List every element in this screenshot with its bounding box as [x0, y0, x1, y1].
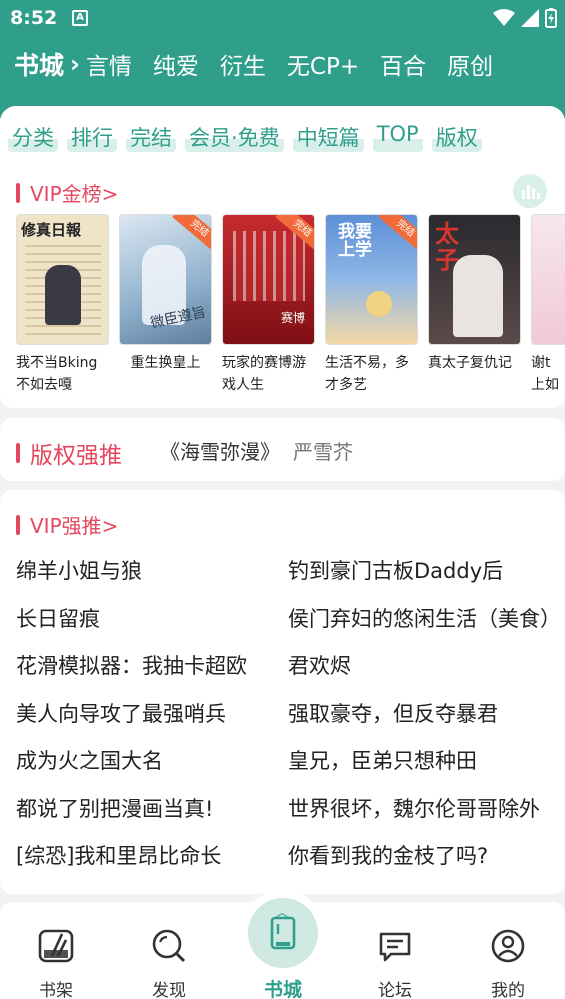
vip-gold-label: VIP金榜> [30, 182, 119, 206]
ranking-chart-button[interactable] [513, 174, 547, 208]
copyright-title: 版权强推 [16, 436, 122, 470]
system-icons [493, 8, 557, 28]
list-item[interactable]: 花滑模拟器：我抽卡超欧 [16, 649, 288, 697]
cover-figure [45, 265, 81, 325]
tab-shelf-label: 书架 [39, 981, 73, 999]
book-title: 真太子复仇记 [428, 355, 512, 371]
nav-category-pure-love[interactable]: 纯爱 [153, 47, 199, 81]
book-item[interactable]: 我要上学 完结 生活不易，多才多艺 [325, 214, 418, 396]
list-item[interactable]: 美人向导攻了最强哨兵 [16, 697, 288, 745]
book-item[interactable]: 谢t上如 [531, 214, 565, 396]
vip-push-list: 绵羊小姐与狼 钓到豪门古板Daddy后 长日留痕 侯门弃妇的悠闲生活（美食） 花… [16, 554, 565, 887]
search-icon [152, 929, 186, 963]
book-item[interactable]: 修真日報 我不当Bking不如去嘎 [16, 214, 109, 396]
chevron-right-icon: › [70, 50, 80, 78]
chip-member-free[interactable]: 会员·免费 [185, 120, 284, 152]
book-item[interactable]: 微臣遵旨 完结 重生换皇上 [119, 214, 212, 396]
profile-icon [491, 929, 525, 963]
brand-title[interactable]: 书城 [14, 46, 64, 82]
section-marker [16, 514, 20, 535]
chip-copyright[interactable]: 版权 [431, 120, 482, 152]
list-item[interactable]: 绵羊小姐与狼 [16, 554, 288, 602]
chip-category[interactable]: 分类 [8, 120, 58, 152]
chat-icon [379, 932, 411, 962]
cover-figure [453, 255, 503, 337]
bookshelf-icon [38, 929, 74, 963]
book-cover: 微臣遵旨 完结 [119, 214, 212, 345]
book-cover: 太子 [428, 214, 521, 345]
cover-text: 我要上学 [338, 222, 372, 260]
tab-forum[interactable]: 论坛 [355, 912, 435, 999]
top-nav: 书城 › 言情 纯爱 衍生 无CP+ 百合 原创 [14, 44, 514, 84]
signal-icon [521, 9, 539, 27]
tab-discover[interactable]: 发现 [129, 912, 209, 999]
book-title: 谢t上如 [531, 355, 559, 393]
nav-category-derivative[interactable]: 衍生 [220, 47, 266, 81]
list-item[interactable]: 皇兄，臣弟只想种田 [288, 744, 565, 792]
tab-mine[interactable]: 我的 [468, 912, 548, 999]
vip-push-card: VIP强推> 绵羊小姐与狼 钓到豪门古板Daddy后 长日留痕 侯门弃妇的悠闲生… [0, 490, 565, 894]
book-title: 重生换皇上 [130, 355, 201, 371]
chip-top[interactable]: TOP [372, 120, 423, 152]
cover-text: 赛博 [281, 311, 306, 325]
tab-shelf[interactable]: 书架 [16, 912, 96, 999]
list-item[interactable]: 长日留痕 [16, 602, 288, 650]
tab-discover-label: 发现 [152, 981, 186, 999]
book-item[interactable]: 赛博 完结 玩家的赛博游戏人生 [222, 214, 315, 396]
book-cover: 我要上学 完结 [325, 214, 418, 345]
notification-icon: A [72, 10, 88, 26]
chip-short[interactable]: 中短篇 [292, 120, 364, 152]
finished-ribbon: 完结 [378, 215, 417, 254]
featured-card: 分类 排行 完结 会员·免费 中短篇 TOP 版权 VIP金榜> 修真日報 我不… [0, 106, 565, 408]
vip-gold-books: 修真日報 我不当Bking不如去嘎 微臣遵旨 完结 重生换皇上 赛博 完结 玩家… [16, 214, 565, 396]
battery-icon [545, 8, 557, 28]
list-item[interactable]: 强取豪夺，但反夺暴君 [288, 697, 565, 745]
tab-forum-label: 论坛 [378, 981, 412, 999]
book-title: 我不当Bking不如去嘎 [16, 355, 98, 393]
list-item[interactable]: 都说了别把漫画当真! [16, 792, 288, 840]
chip-finished[interactable]: 完结 [126, 120, 176, 152]
book-title: 玩家的赛博游戏人生 [222, 355, 306, 393]
vip-push-label: VIP强推> [30, 514, 119, 538]
nav-category-yuri[interactable]: 百合 [380, 47, 426, 81]
cover-text: 修真日報 [21, 221, 82, 239]
wifi-icon [493, 9, 515, 26]
list-item[interactable]: 成为火之国大名 [16, 744, 288, 792]
list-item[interactable]: 君欢烬 [288, 649, 565, 697]
nav-category-romance[interactable]: 言情 [86, 47, 132, 81]
nav-category-original[interactable]: 原创 [447, 47, 493, 81]
copyright-author: 严雪芥 [293, 440, 353, 464]
section-marker [16, 182, 20, 203]
finished-ribbon: 完结 [172, 215, 211, 254]
cover-art [233, 231, 305, 301]
header: 8:52 A 书城 › 言情 纯爱 衍生 无CP+ 百合 原创 [0, 0, 565, 118]
book-cover: 赛博 完结 [222, 214, 315, 345]
list-item[interactable]: 你看到我的金枝了吗? [288, 839, 565, 887]
list-item[interactable]: 侯门弃妇的悠闲生活（美食） [288, 602, 565, 650]
list-item[interactable]: [综恐]我和里昂比命长 [16, 839, 288, 887]
copyright-label: 版权强推 [30, 443, 122, 469]
list-item[interactable]: 世界很坏，魏尔伦哥哥除外 [288, 792, 565, 840]
list-item[interactable]: 钓到豪门古板Daddy后 [288, 554, 565, 602]
chevron-up-icon: ︿ [275, 905, 289, 921]
chip-row: 分类 排行 完结 会员·免费 中短篇 TOP 版权 [8, 120, 482, 152]
cover-art [366, 291, 392, 317]
copyright-card[interactable]: 版权强推 《海雪弥漫》 严雪芥 [0, 418, 565, 481]
bar-chart-icon [522, 185, 540, 199]
book-cover: 修真日報 [16, 214, 109, 345]
status-time: 8:52 [10, 7, 58, 29]
book-cover [531, 214, 565, 345]
status-bar: 8:52 A [0, 0, 565, 36]
tab-store-label: 书城 [263, 979, 302, 999]
book-item[interactable]: 太子 真太子复仇记 [428, 214, 521, 396]
tab-mine-label: 我的 [491, 981, 525, 999]
chip-ranking[interactable]: 排行 [67, 120, 117, 152]
vip-gold-title[interactable]: VIP金榜> [16, 178, 118, 207]
nav-category-no-cp[interactable]: 无CP+ [287, 47, 359, 81]
copyright-book[interactable]: 《海雪弥漫》 [160, 436, 280, 465]
section-marker [16, 443, 20, 463]
book-title: 生活不易，多才多艺 [325, 355, 409, 393]
vip-push-title[interactable]: VIP强推> [16, 510, 118, 539]
